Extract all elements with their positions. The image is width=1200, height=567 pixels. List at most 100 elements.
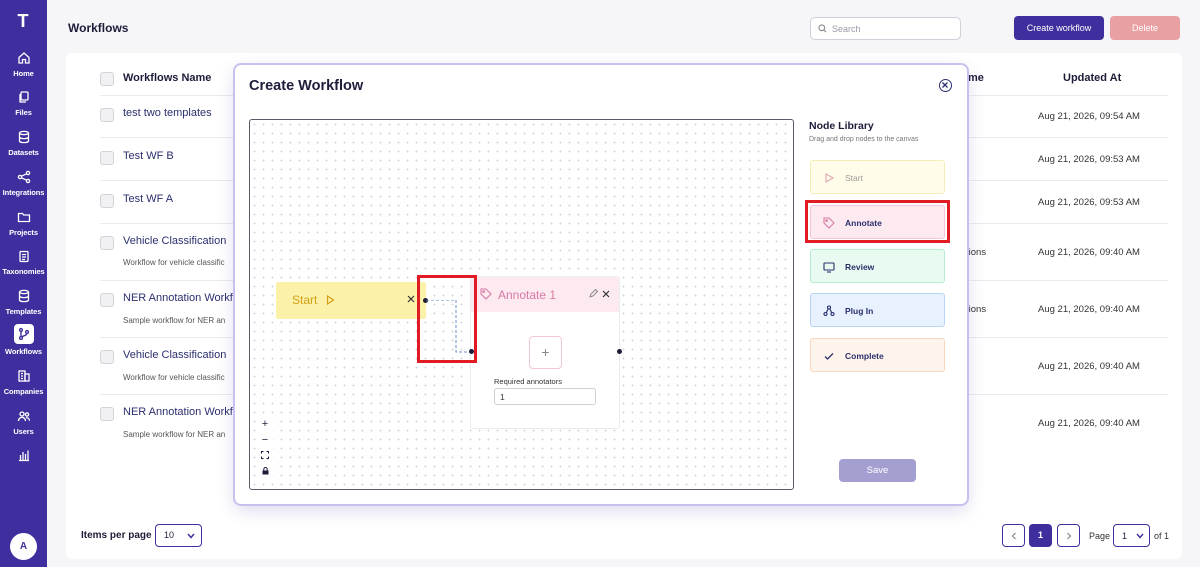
play-icon xyxy=(825,173,835,183)
app-logo[interactable]: T xyxy=(12,10,34,32)
library-item-start[interactable]: Start xyxy=(810,160,945,194)
column-header-template[interactable]: me xyxy=(968,72,984,84)
row-updated: Aug 21, 2026, 09:40 AM xyxy=(1038,247,1140,258)
sidebar-item-datasets[interactable]: Datasets xyxy=(0,128,47,166)
edit-icon[interactable] xyxy=(589,289,598,298)
zoom-controls: + − xyxy=(257,416,273,480)
modal-title: Create Workflow xyxy=(249,78,364,94)
sidebar-item-taxonomies[interactable]: Taxonomies xyxy=(0,247,47,285)
row-checkbox[interactable] xyxy=(100,236,114,250)
sidebar-item-companies[interactable]: Companies xyxy=(0,367,47,405)
sidebar-item-label: Files xyxy=(15,108,32,117)
prev-page-button[interactable] xyxy=(1002,524,1025,547)
zoom-out-button[interactable]: − xyxy=(257,432,273,448)
annotate-node-label: Annotate 1 xyxy=(498,288,557,302)
users-icon xyxy=(17,411,30,422)
workflow-canvas[interactable]: Start Annotate 1 + Required annotators 1… xyxy=(249,119,794,490)
start-node[interactable]: Start xyxy=(276,282,428,319)
library-item-plugin[interactable]: Plug In xyxy=(810,293,945,327)
row-name[interactable]: Vehicle Classification xyxy=(123,235,226,247)
sidebar-item-workflows[interactable]: Workflows xyxy=(0,324,47,362)
save-button[interactable]: Save xyxy=(839,459,916,482)
chevron-right-icon xyxy=(1067,532,1072,540)
sidebar-item-home[interactable]: Home xyxy=(0,49,47,87)
column-header-updated[interactable]: Updated At xyxy=(1063,72,1121,84)
sidebar-item-label: Workflows xyxy=(5,347,42,356)
home-icon xyxy=(17,52,30,64)
close-icon[interactable] xyxy=(602,290,610,298)
sidebar-item-label: Projects xyxy=(9,228,38,237)
play-icon xyxy=(326,295,335,305)
row-name[interactable]: test two templates xyxy=(123,107,212,119)
row-name[interactable]: Test WF B xyxy=(123,150,174,162)
row-checkbox[interactable] xyxy=(100,293,114,307)
items-per-page-value: 10 xyxy=(164,530,175,540)
sidebar-item-files[interactable]: Files xyxy=(0,88,47,126)
workflow-icon xyxy=(18,327,29,341)
row-checkbox[interactable] xyxy=(100,194,114,208)
row-name[interactable]: Test WF A xyxy=(123,193,173,205)
search-icon xyxy=(818,24,827,33)
close-icon[interactable] xyxy=(407,295,415,303)
row-description: Sample workflow for NER an xyxy=(123,316,226,325)
sidebar-item-users[interactable]: Users xyxy=(0,407,47,445)
start-node-label: Start xyxy=(292,293,318,307)
page-title: Workflows xyxy=(68,21,129,35)
row-updated: Aug 21, 2026, 09:53 AM xyxy=(1038,197,1140,208)
search-input[interactable] xyxy=(832,21,957,36)
annotate-node[interactable]: Annotate 1 + Required annotators 1 xyxy=(469,276,622,429)
clipboard-icon xyxy=(18,250,29,263)
annotate-node-header: Annotate 1 xyxy=(471,277,619,312)
row-description: Workflow for vehicle classific xyxy=(123,373,225,382)
lock-button[interactable] xyxy=(257,464,273,480)
sidebar-item-projects[interactable]: Projects xyxy=(0,208,47,246)
sidebar-item-label: Templates xyxy=(5,307,42,316)
plugin-icon xyxy=(823,305,835,317)
sidebar-item-templates[interactable]: Templates xyxy=(0,287,47,325)
zoom-in-button[interactable]: + xyxy=(257,416,273,432)
page-1-button[interactable]: 1 xyxy=(1029,524,1052,547)
database-icon xyxy=(18,130,29,144)
row-checkbox[interactable] xyxy=(100,108,114,122)
required-annotators-input[interactable]: 1 xyxy=(494,388,596,405)
next-page-button[interactable] xyxy=(1057,524,1080,547)
close-button[interactable] xyxy=(939,79,952,92)
row-updated: Aug 21, 2026, 09:40 AM xyxy=(1038,361,1140,372)
page-select[interactable]: 1 xyxy=(1113,524,1150,547)
required-annotators-label: Required annotators xyxy=(494,377,562,386)
items-per-page-select[interactable]: 10 xyxy=(155,524,202,547)
library-item-label: Start xyxy=(845,173,863,183)
row-name[interactable]: NER Annotation Workf xyxy=(123,292,233,304)
create-workflow-button[interactable]: Create workflow xyxy=(1014,16,1104,40)
row-checkbox[interactable] xyxy=(100,350,114,364)
building-icon xyxy=(17,370,30,382)
library-item-review[interactable]: Review xyxy=(810,249,945,283)
sidebar-item-label: Companies xyxy=(3,387,44,396)
close-icon xyxy=(942,82,948,88)
page-label: Page xyxy=(1089,531,1111,541)
select-all-checkbox[interactable] xyxy=(100,72,114,86)
database-icon xyxy=(18,289,29,303)
row-updated: Aug 21, 2026, 09:40 AM xyxy=(1038,304,1140,315)
avatar[interactable]: A xyxy=(10,533,37,560)
sidebar-item-label: Home xyxy=(13,69,34,78)
sidebar-item-analytics[interactable] xyxy=(0,446,47,484)
row-template: tions xyxy=(966,304,987,315)
library-item-label: Plug In xyxy=(845,306,874,316)
annotate-output-handle[interactable] xyxy=(617,349,622,354)
row-name[interactable]: Vehicle Classification xyxy=(123,349,226,361)
row-checkbox[interactable] xyxy=(100,407,114,421)
share-icon xyxy=(17,170,30,184)
tag-icon xyxy=(480,288,492,300)
search-box[interactable] xyxy=(810,17,961,40)
delete-button[interactable]: Delete xyxy=(1110,16,1180,40)
add-template-button[interactable]: + xyxy=(529,336,562,369)
column-header-name[interactable]: Workflows Name xyxy=(123,72,211,84)
check-icon xyxy=(824,353,834,360)
library-item-complete[interactable]: Complete xyxy=(810,338,945,372)
row-name[interactable]: NER Annotation Workf xyxy=(123,406,233,418)
row-updated: Aug 21, 2026, 09:40 AM xyxy=(1038,418,1140,429)
fit-view-button[interactable] xyxy=(257,448,273,464)
sidebar-item-integrations[interactable]: Integrations xyxy=(0,168,47,206)
row-checkbox[interactable] xyxy=(100,151,114,165)
